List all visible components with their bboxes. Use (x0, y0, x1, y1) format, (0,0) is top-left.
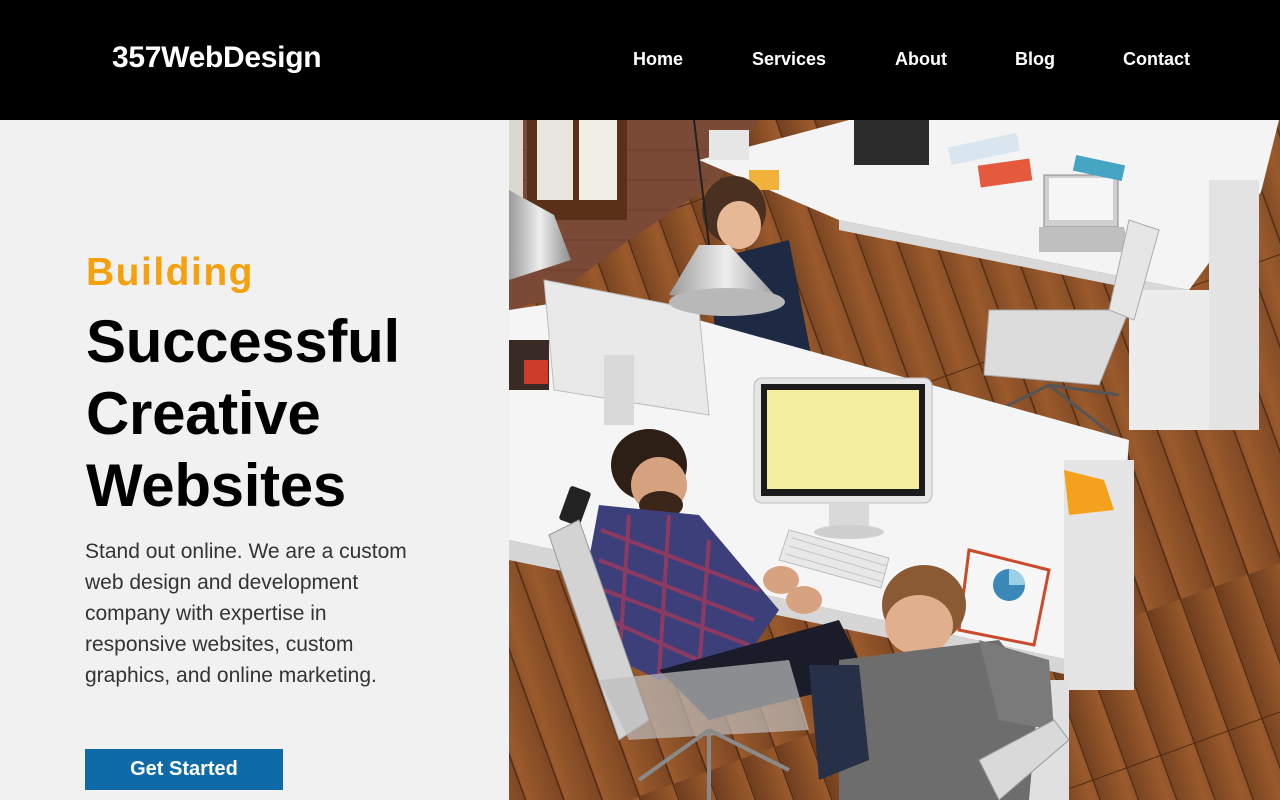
headline-line: Websites (86, 452, 346, 519)
headline-line: Creative (86, 380, 321, 447)
hero-intro: Stand out online. We are a custom web de… (85, 540, 407, 687)
hero-kicker: Building (86, 251, 254, 294)
site-header: 357WebDesign Home Services About Blog Co… (0, 0, 1280, 120)
nav-services[interactable]: Services (752, 48, 826, 70)
hero-headline: Successful Creative Websites (86, 306, 400, 522)
office-photo-icon (509, 120, 1280, 800)
nav-about[interactable]: About (895, 48, 947, 70)
nav-contact[interactable]: Contact (1123, 48, 1190, 70)
nav-home[interactable]: Home (633, 48, 683, 70)
nav-blog[interactable]: Blog (1015, 48, 1055, 70)
headline-line: Successful (86, 308, 400, 375)
site-logo[interactable]: 357WebDesign (112, 40, 322, 76)
get-started-button[interactable]: Get Started (85, 749, 283, 790)
hero-text-panel: Building Successful Creative Websites St… (0, 120, 509, 800)
